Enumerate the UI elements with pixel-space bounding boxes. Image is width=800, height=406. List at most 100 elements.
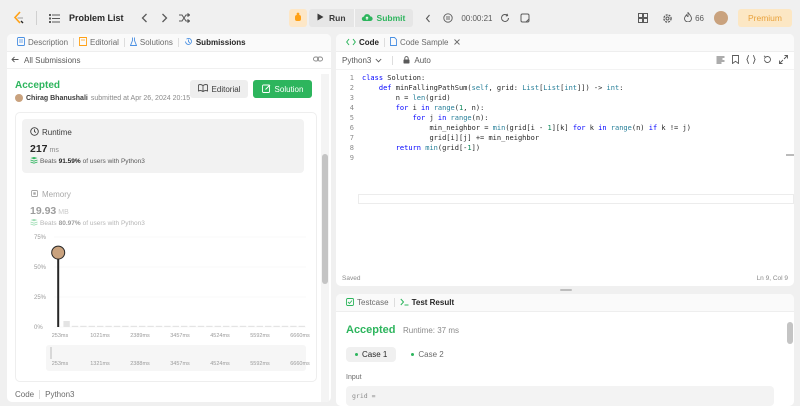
distribution-bar xyxy=(71,325,79,327)
history-icon xyxy=(184,37,193,48)
run-button[interactable]: Run xyxy=(309,9,354,27)
distribution-bar xyxy=(105,325,112,327)
result-tabs: Testcase Test Result xyxy=(336,294,794,312)
code-line: return min(grid[-1]) xyxy=(395,144,481,152)
timer-collapse-icon[interactable] xyxy=(421,11,435,25)
code-line: for j in range(n): xyxy=(412,114,489,122)
next-problem-icon[interactable] xyxy=(158,11,172,25)
tab-description[interactable]: Description xyxy=(12,37,73,48)
reset-timer-icon[interactable] xyxy=(498,11,512,25)
distribution-bar xyxy=(181,325,188,327)
autosave-toggle[interactable]: Auto xyxy=(403,55,431,66)
distribution-bar xyxy=(63,321,70,327)
left-tabs: Description Editorial Solutions Submissi… xyxy=(7,34,331,52)
case-2-tab[interactable]: Case 2 xyxy=(402,347,452,362)
reset-code-icon[interactable] xyxy=(763,55,772,66)
distribution-bar xyxy=(97,325,104,327)
gear-icon[interactable] xyxy=(660,11,674,25)
editor-scrollbar[interactable] xyxy=(786,72,794,282)
submission-meta: Chirag Bhanushali submitted at Apr 26, 2… xyxy=(15,94,190,102)
line-number: 8 xyxy=(349,144,354,152)
x-tick-label: 2389ms xyxy=(130,333,150,339)
distribution-bar xyxy=(147,325,154,327)
link-icon[interactable] xyxy=(313,55,323,65)
bookmark-icon[interactable] xyxy=(732,55,739,66)
distribution-bar xyxy=(223,325,230,327)
tab-solutions[interactable]: Solutions xyxy=(125,37,178,48)
x-tick-label: 253ms xyxy=(52,333,69,339)
highlight-bar xyxy=(57,252,60,327)
notes-icon[interactable] xyxy=(518,11,532,25)
distribution-bar xyxy=(298,325,305,327)
leetcode-logo[interactable] xyxy=(12,10,26,26)
distribution-bar xyxy=(197,325,205,327)
layout-grid-icon[interactable] xyxy=(636,11,650,25)
problem-list-link[interactable]: Problem List xyxy=(69,13,124,23)
distribution-bar xyxy=(231,325,238,327)
problem-list-icon[interactable] xyxy=(47,11,61,25)
memory-label: Memory xyxy=(42,190,71,199)
y-tick-label: 75% xyxy=(34,235,47,241)
distribution-bar xyxy=(172,325,179,327)
x-tick-label: 5592ms xyxy=(250,333,270,339)
tab-testcase[interactable]: Testcase xyxy=(341,297,394,308)
solution-button[interactable]: Solution xyxy=(253,80,312,98)
fullscreen-icon[interactable] xyxy=(779,55,788,66)
tab-test-result[interactable]: Test Result xyxy=(395,298,460,308)
timer-display: 00:00:21 xyxy=(461,13,493,23)
checkbox-icon xyxy=(346,297,354,308)
streak-counter[interactable]: 66 xyxy=(684,11,704,24)
submitted-code-header: Code Python3 xyxy=(15,390,74,399)
result-scrollbar[interactable] xyxy=(786,318,794,406)
tab-submissions[interactable]: Submissions xyxy=(179,37,251,48)
distribution-bar xyxy=(88,325,95,327)
test-result-panel: Testcase Test Result Accepted Runtime: 3… xyxy=(336,294,794,406)
author-name[interactable]: Chirag Bhanushali xyxy=(26,95,88,102)
line-number: 6 xyxy=(349,124,354,132)
distribution-bar xyxy=(206,325,213,327)
tab-code-sample[interactable]: Code Sample xyxy=(385,37,465,48)
line-number: 3 xyxy=(349,94,354,102)
chip-icon xyxy=(30,189,39,200)
input-value[interactable]: grid = xyxy=(346,386,774,406)
submit-button[interactable]: Submit xyxy=(353,9,414,27)
panel-resize-handle[interactable] xyxy=(560,289,572,291)
format-icon[interactable] xyxy=(716,56,725,66)
chevron-down-icon xyxy=(375,56,382,65)
shuffle-icon[interactable] xyxy=(178,11,192,25)
book-icon xyxy=(197,84,208,94)
braces-icon[interactable] xyxy=(746,55,756,66)
all-submissions-link[interactable]: All Submissions xyxy=(11,56,80,65)
debug-button[interactable] xyxy=(289,9,307,27)
language-select[interactable]: Python3 xyxy=(342,56,382,65)
x-tick-label: 1021ms xyxy=(90,333,110,339)
distribution-bar xyxy=(290,325,297,327)
description-icon xyxy=(17,37,25,48)
premium-button[interactable]: Premium xyxy=(737,9,792,27)
close-icon[interactable] xyxy=(454,38,461,47)
code-editor[interactable]: 1 class Solution: 2 def minFallingPathSum(… xyxy=(336,72,794,266)
range-selector xyxy=(46,345,306,371)
tab-editorial[interactable]: Editorial xyxy=(74,37,124,48)
editorial-button[interactable]: Editorial xyxy=(190,80,248,98)
runtime-card[interactable]: Runtime 217 ms Beats 91.59% of users with P… xyxy=(22,119,304,173)
left-scrollbar[interactable] xyxy=(321,74,329,402)
distribution-bar xyxy=(164,325,171,327)
user-avatar[interactable] xyxy=(713,11,728,25)
fire-icon xyxy=(684,11,693,24)
distribution-bar xyxy=(281,325,289,327)
arrow-left-icon xyxy=(11,56,19,65)
case-tabs: Case 1 Case 2 xyxy=(346,347,453,362)
code-language: Python3 xyxy=(45,390,75,399)
prev-problem-icon[interactable] xyxy=(138,11,152,25)
distribution-bar xyxy=(80,325,87,327)
case-1-tab[interactable]: Case 1 xyxy=(346,347,397,362)
pause-timer-icon[interactable] xyxy=(441,11,455,25)
streak-count: 66 xyxy=(695,13,704,23)
memory-card[interactable]: Memory 19.93 MB Beats 80.97% of users with … xyxy=(22,181,304,231)
line-number: 2 xyxy=(349,84,354,92)
runtime-label: Runtime xyxy=(42,128,72,137)
x-tick-label: 3457ms xyxy=(170,333,190,339)
tab-code[interactable]: Code xyxy=(341,38,384,48)
runtime-distribution-chart[interactable]: 75% 50% 25% 0% 253ms 1021ms 2389ms 3457ms 4524ms… xyxy=(16,231,316,381)
